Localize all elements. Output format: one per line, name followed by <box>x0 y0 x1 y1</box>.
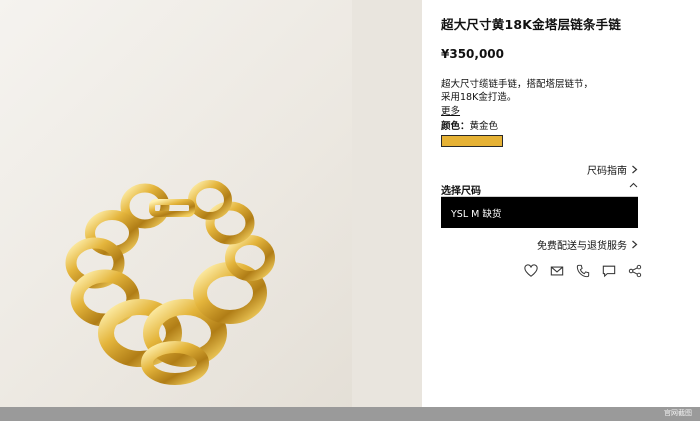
product-description: 超大尺寸缆链手链，搭配塔层链节， 采用18K金打造。 <box>441 78 593 104</box>
product-image <box>0 0 422 407</box>
product-details-panel: 超大尺寸黄18K金塔层链条手链 ¥350,000 超大尺寸缆链手链，搭配塔层链节… <box>422 0 700 407</box>
share-icon[interactable] <box>628 264 642 278</box>
description-line: 采用18K金打造。 <box>441 92 517 103</box>
action-icons <box>524 264 642 278</box>
heart-icon[interactable] <box>524 264 538 278</box>
description-line: 超大尺寸缆链手链，搭配塔层链节， <box>441 79 594 90</box>
size-guide-link[interactable]: 尺码指南 <box>587 162 638 177</box>
watermark-text: 官网截图 <box>664 409 692 417</box>
delivery-returns-link[interactable]: 免费配送与退货服务 <box>537 237 638 252</box>
footer-bar: 官网截图 <box>0 407 700 421</box>
color-swatch[interactable] <box>441 135 503 147</box>
delivery-label: 免费配送与退货服务 <box>537 241 627 252</box>
chevron-right-icon <box>632 165 638 174</box>
color-label: 颜色： <box>441 121 470 132</box>
mail-icon[interactable] <box>550 264 564 278</box>
image-shadow-panel <box>352 0 422 407</box>
gold-chain-bracelet-image <box>65 180 275 385</box>
chevron-right-icon <box>632 240 638 249</box>
product-price: ¥350,000 <box>441 47 505 61</box>
size-guide-label: 尺码指南 <box>587 166 627 177</box>
chat-icon[interactable] <box>602 264 616 278</box>
color-row: 颜色：黄金色 <box>441 118 498 132</box>
product-title: 超大尺寸黄18K金塔层链条手链 <box>441 17 622 32</box>
more-link[interactable]: 更多 <box>441 103 460 117</box>
size-option-button[interactable]: YSL M 缺货 <box>441 197 638 228</box>
select-size-header[interactable]: 选择尺码 <box>441 182 638 197</box>
phone-icon[interactable] <box>576 264 590 278</box>
color-value: 黄金色 <box>469 121 499 132</box>
chevron-up-icon <box>629 182 638 188</box>
